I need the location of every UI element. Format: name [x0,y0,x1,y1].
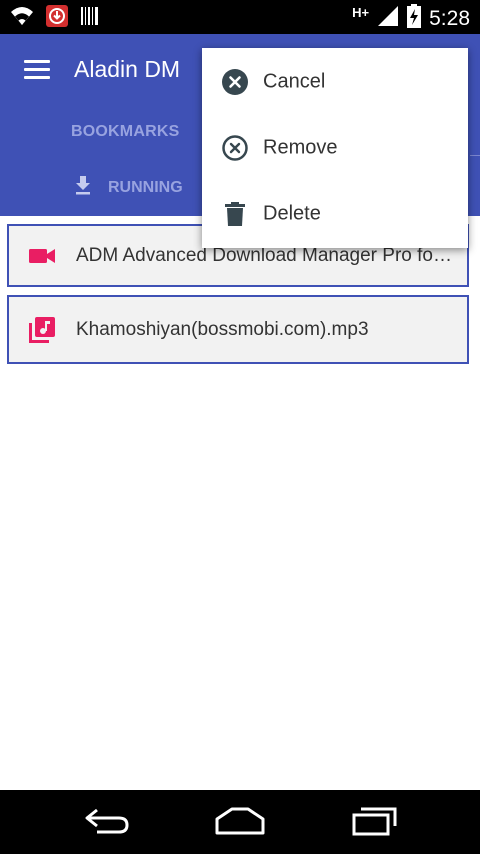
menu-item-label: Cancel [263,70,326,93]
barcode-icon [80,6,100,31]
home-icon[interactable] [214,806,266,841]
cancel-filled-icon [222,69,248,95]
menu-item-remove[interactable]: Remove [202,115,468,181]
music-library-icon [27,315,57,345]
download-icon [72,174,94,201]
menu-item-delete[interactable]: Delete [202,181,468,247]
menu-item-label: Delete [263,202,321,225]
app-title: Aladin DM [74,56,181,82]
context-menu: Cancel Remove Delete [202,48,468,248]
recents-icon[interactable] [351,806,399,841]
clock: 5:28 [429,6,470,30]
wifi-icon [10,5,34,32]
download-notification-icon [46,5,68,32]
signal-icon [377,5,399,32]
status-bar: H+ 5:28 [0,0,480,34]
back-icon[interactable] [83,806,131,841]
trash-icon [222,201,248,227]
remove-outline-icon [222,135,248,161]
navigation-bar [0,790,480,854]
menu-item-label: Remove [263,136,338,159]
hamburger-icon[interactable] [24,60,50,82]
network-type: H+ [352,5,370,20]
tab-divider [470,155,480,156]
list-item-label: Khamoshiyan(bossmobi.com).mp3 [76,318,369,340]
tab-running[interactable]: RUNNING [72,174,183,201]
list-item[interactable]: Khamoshiyan(bossmobi.com).mp3 [7,295,469,364]
tab-bookmarks[interactable]: BOOKMARKS [71,123,179,141]
tab-running-label: RUNNING [108,178,183,196]
menu-item-cancel[interactable]: Cancel [202,49,468,115]
battery-charging-icon [407,4,422,33]
video-camera-icon [27,241,57,271]
